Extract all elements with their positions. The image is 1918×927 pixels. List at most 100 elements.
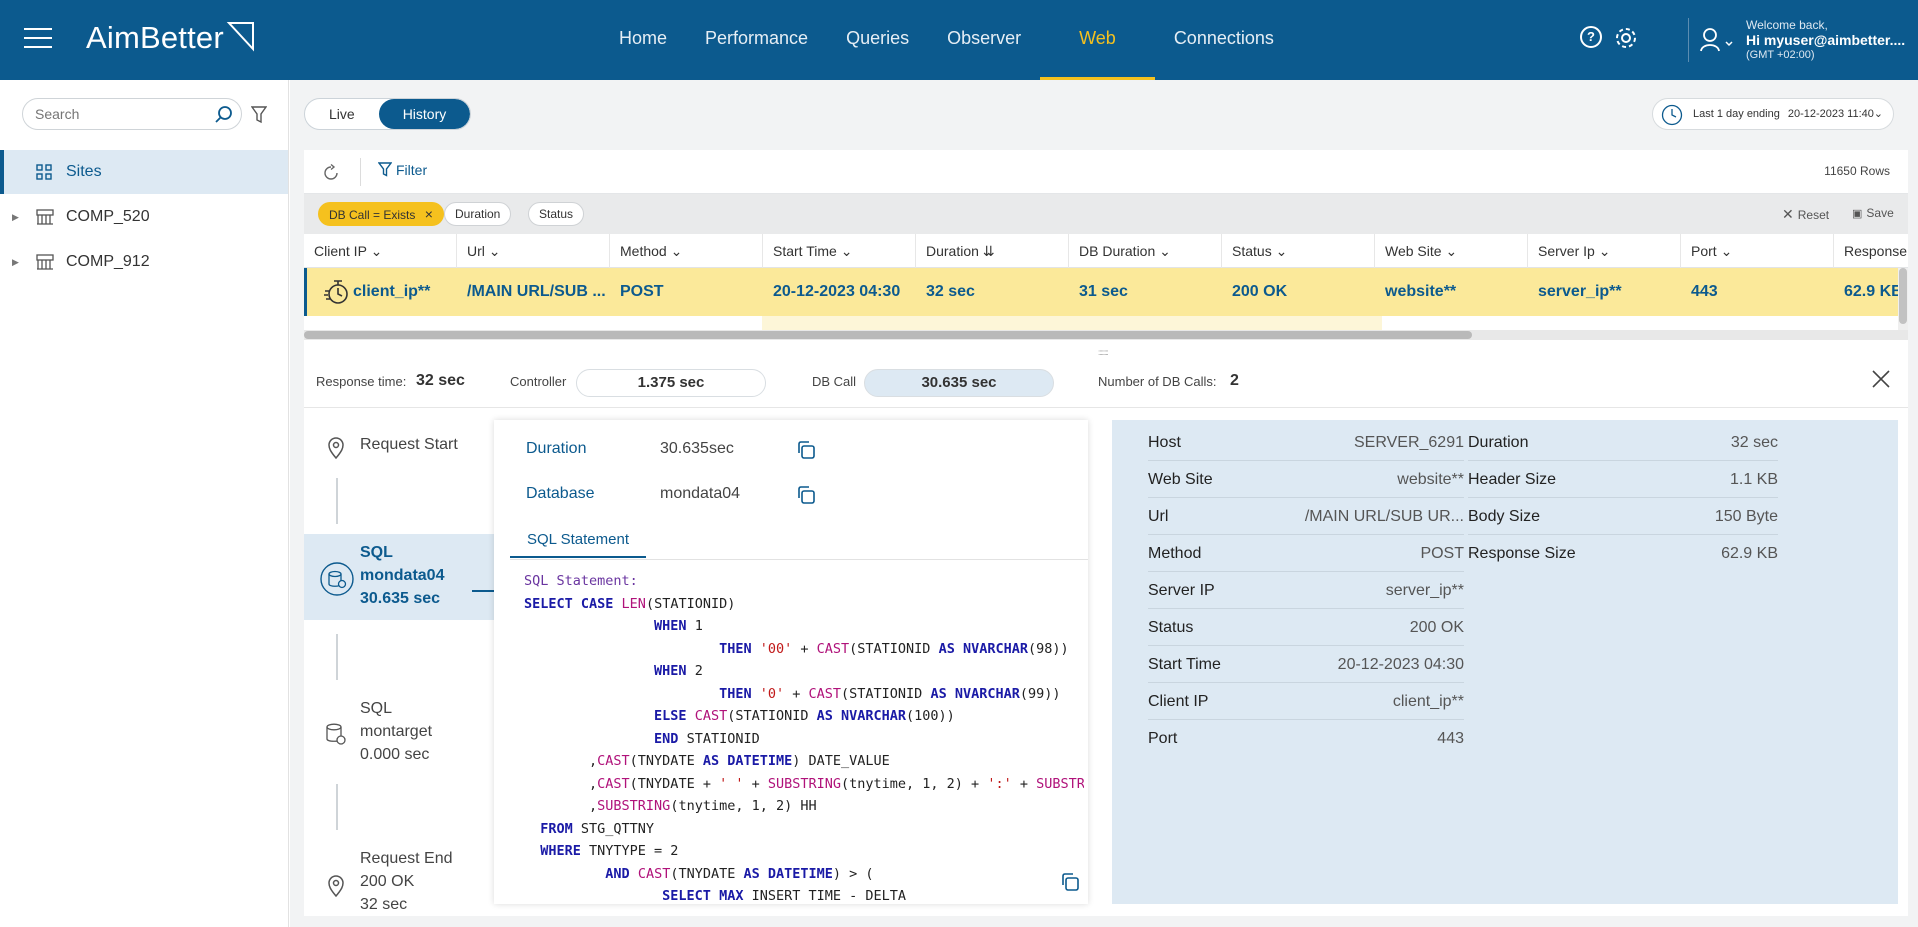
chevron-down-icon: ⌄ — [1445, 243, 1458, 259]
column-header-port[interactable]: Port ⌄ — [1681, 234, 1834, 268]
nav-observer[interactable]: Observer — [928, 0, 1040, 80]
expand-caret-icon[interactable]: ▶ — [12, 240, 19, 284]
chip-db-call[interactable]: DB Call = Exists × — [318, 202, 444, 226]
close-icon[interactable]: × — [425, 206, 433, 222]
user-info[interactable]: Welcome back, Hi myuser@aimbetter.... (G… — [1746, 18, 1905, 63]
main-nav: Home Performance Queries Observer Web Co… — [600, 0, 1293, 80]
help-icon[interactable]: ? — [1580, 26, 1602, 48]
save-button[interactable]: ▣ Save — [1852, 206, 1894, 220]
info-row-url: Url/MAIN URL/SUB UR... — [1148, 498, 1464, 535]
scroll-thumb[interactable] — [1899, 268, 1907, 324]
column-header-client-ip[interactable]: Client IP ⌄ — [304, 234, 457, 268]
column-label: Server Ip — [1538, 243, 1595, 259]
nav-connections[interactable]: Connections — [1155, 0, 1293, 80]
menu-icon[interactable] — [24, 28, 52, 50]
clock-icon — [1661, 104, 1683, 126]
toolbar-divider — [360, 158, 361, 186]
info-key: Status — [1148, 619, 1194, 636]
column-header-response-size[interactable]: Response S — [1834, 234, 1908, 268]
rows-count: 11650 Rows — [1824, 164, 1890, 178]
horizontal-scrollbar[interactable] — [304, 330, 1908, 340]
response-time-value: 32 sec — [416, 372, 465, 389]
column-label: DB Duration — [1079, 243, 1156, 259]
sql-code-view[interactable]: SQL Statement: SELECT CASE LEN(STATIONID… — [524, 570, 1084, 900]
info-value: 150 Byte — [1714, 508, 1778, 525]
filter-label: Filter — [396, 162, 428, 178]
sidebar-item-comp-912[interactable]: ▶ COMP_912 — [0, 240, 288, 284]
timeline-duration: 30.635 sec — [360, 590, 441, 607]
info-key: Port — [1148, 730, 1178, 747]
nav-home[interactable]: Home — [600, 0, 686, 80]
column-header-status[interactable]: Status ⌄ — [1222, 234, 1375, 268]
cell-url: /MAIN URL/SUB ... — [467, 283, 606, 300]
sidebar-item-sites[interactable]: Sites — [0, 150, 288, 194]
tab-sql-statement[interactable]: SQL Statement — [510, 522, 646, 558]
info-row-web-site: Web Site website** — [1148, 461, 1464, 498]
nav-web[interactable]: Web — [1040, 0, 1155, 80]
table-row[interactable] — [304, 316, 1898, 330]
cell-start-time: 20-12-2023 04:30 — [773, 283, 901, 300]
refresh-icon[interactable] — [322, 164, 340, 182]
cell-response-size: 62.9 KB — [1844, 283, 1901, 300]
chip-duration[interactable]: Duration — [444, 202, 512, 226]
time-range-picker[interactable]: Last 1 day ending 20-12-2023 11:40 ⌄ — [1652, 98, 1894, 130]
info-key: Web Site — [1148, 471, 1213, 488]
top-icons: ? — [1580, 26, 1638, 50]
db-call-value: 30.635 sec — [864, 369, 1054, 397]
column-header-url[interactable]: Url ⌄ — [457, 234, 610, 268]
history-button[interactable]: History — [378, 99, 471, 129]
column-label: Status — [1232, 243, 1272, 259]
chip-status[interactable]: Status — [528, 202, 585, 226]
timeline-sql-montarget[interactable]: SQL montarget 0.000 sec — [304, 694, 494, 770]
request-info-panel: Host SERVER_6291 Web Site website** Url/MA… — [1112, 420, 1898, 904]
copy-icon[interactable] — [796, 440, 816, 460]
user-greeting: Welcome back, — [1746, 18, 1828, 32]
column-header-server-ip[interactable]: Server Ip ⌄ — [1528, 234, 1681, 268]
info-key: Response Size — [1468, 545, 1576, 562]
user-name: Hi myuser@aimbetter.... — [1746, 32, 1906, 48]
info-key: Start Time — [1148, 656, 1221, 673]
info-value: /MAIN URL/SUB UR... — [1304, 508, 1464, 525]
response-time-label: Response time: — [316, 374, 407, 389]
sidebar-item-comp-520[interactable]: ▶ COMP_520 — [0, 195, 288, 239]
copy-icon[interactable] — [1060, 872, 1080, 892]
column-header-start-time[interactable]: Start Time ⌄ — [763, 234, 916, 268]
expand-caret-icon[interactable]: ▶ — [12, 195, 19, 239]
timeline-duration: 32 sec — [360, 896, 408, 913]
nav-performance[interactable]: Performance — [686, 0, 827, 80]
column-header-db-duration[interactable]: DB Duration ⌄ — [1069, 234, 1222, 268]
column-header-duration[interactable]: Duration ⇊ — [916, 234, 1069, 268]
user-icon[interactable] — [1700, 27, 1734, 53]
column-header-web-site[interactable]: Web Site ⌄ — [1375, 234, 1528, 268]
table-row[interactable]: client_ip** /MAIN URL/SUB ... POST 20-12… — [304, 268, 1901, 316]
location-pin-icon — [328, 875, 344, 898]
info-row-client-ip: Client IP client_ip** — [1148, 683, 1464, 720]
timeline-duration: 0.000 sec — [360, 746, 430, 763]
column-header-method[interactable]: Method ⌄ — [610, 234, 763, 268]
timeline-title: SQL — [360, 544, 393, 561]
time-range-label: Last 1 day ending — [1693, 108, 1780, 120]
close-icon[interactable] — [1870, 368, 1892, 390]
filter-icon[interactable] — [251, 106, 267, 124]
logo[interactable]: AimBetter — [86, 20, 256, 56]
close-icon: ✕ — [1782, 206, 1794, 222]
chevron-down-icon: ⌄ — [670, 243, 683, 259]
timeline-request-end[interactable]: Request End 200 OK 32 sec — [304, 844, 494, 916]
cell-duration: 32 sec — [926, 283, 975, 300]
gear-icon[interactable] — [1614, 26, 1638, 50]
timeline-status: 200 OK — [360, 873, 415, 890]
reset-button[interactable]: ✕ Reset — [1782, 206, 1829, 223]
vertical-scrollbar[interactable] — [1898, 268, 1908, 330]
timeline-request-start[interactable]: Request Start — [304, 420, 494, 468]
sidebar-item-label: Sites — [66, 163, 102, 180]
filter-button[interactable]: Filter — [377, 162, 428, 178]
search-input[interactable] — [22, 98, 242, 130]
live-button[interactable]: Live — [305, 99, 379, 129]
nav-queries[interactable]: Queries — [827, 0, 928, 80]
copy-icon[interactable] — [796, 485, 816, 505]
search-icon[interactable] — [214, 105, 234, 125]
scroll-thumb[interactable] — [304, 331, 1472, 339]
time-range-date: 20-12-2023 11:40 — [1787, 108, 1874, 120]
grid-toolbar: Filter 11650 Rows — [304, 150, 1908, 194]
timeline-sql-mondata04[interactable]: SQL mondata04 30.635 sec — [304, 534, 494, 620]
